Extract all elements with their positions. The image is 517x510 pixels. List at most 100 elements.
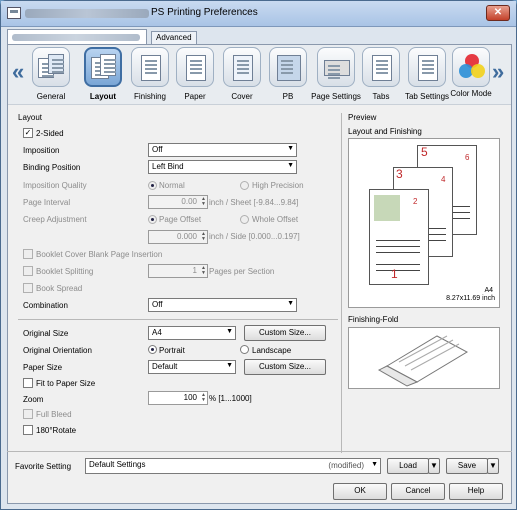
feature-general-label: General [36, 92, 66, 101]
binding-position-select[interactable]: Left Bind ▼ [148, 160, 297, 174]
zoom-value: 100 [183, 393, 197, 402]
paper-size-value: Default [152, 362, 178, 371]
tab-advanced[interactable]: Advanced [151, 31, 197, 45]
zoom-input[interactable]: 100 ▲ ▼ [148, 391, 208, 405]
chevron-down-icon: ▼ [226, 362, 233, 369]
portrait-label: Portrait [159, 346, 185, 355]
chevron-down-icon: ▼ [287, 145, 294, 152]
original-orientation-label: Original Orientation [23, 346, 92, 355]
imposition-select[interactable]: Off ▼ [148, 143, 297, 157]
group-divider [341, 113, 342, 453]
favorite-setting-label: Favorite Setting [15, 462, 72, 471]
zoom-label: Zoom [23, 395, 44, 404]
feature-color-mode-label: Color Mode [450, 89, 492, 98]
cancel-button[interactable]: Cancel [391, 483, 445, 500]
page-interval-input[interactable]: 0.00 ▲ ▼ [148, 195, 208, 209]
ok-button[interactable]: OK [333, 483, 387, 500]
original-custom-size-button[interactable]: Custom Size... [244, 325, 326, 341]
fold-sheet-icon [377, 335, 469, 387]
save-dropdown-button[interactable]: ▼ [487, 458, 499, 474]
printer-app-icon [7, 7, 21, 19]
paper-size-select[interactable]: Default ▼ [148, 360, 236, 374]
paper-size-label: Paper Size [23, 363, 63, 372]
book-spread-checkbox[interactable] [23, 283, 33, 293]
creep-whole-offset-radio[interactable] [240, 215, 249, 224]
help-button[interactable]: Help [449, 483, 503, 500]
tabs-icon [362, 47, 400, 87]
booklet-splitting-label: Booklet Splitting [36, 267, 94, 276]
finishing-icon [131, 47, 169, 87]
two-sided-checkbox[interactable]: ✓ [23, 128, 33, 138]
load-button[interactable]: Load [387, 458, 429, 474]
feature-paper-label: Paper [184, 92, 206, 101]
favorite-setting-select[interactable]: Default Settings (modified) ▼ [85, 458, 381, 474]
rotate-180-checkbox[interactable] [23, 425, 33, 435]
tab-settings-icon [408, 47, 446, 87]
feature-tabs[interactable]: Tabs [355, 47, 407, 101]
feature-paper[interactable]: Paper [169, 47, 221, 101]
scroll-left-icon[interactable]: « [12, 59, 24, 85]
section-divider [18, 319, 338, 320]
title-bar: PS Printing Preferences ✕ [1, 1, 516, 27]
page-number-1: 1 [391, 267, 398, 281]
paper-name: A4 [484, 287, 493, 294]
page-settings-icon [317, 47, 355, 87]
feature-color-mode[interactable]: Color Mode [445, 47, 497, 98]
feature-layout-label: Layout [89, 92, 117, 101]
original-size-label: Original Size [23, 329, 69, 338]
quality-high-radio[interactable] [240, 181, 249, 190]
original-size-value: A4 [152, 328, 162, 337]
load-dropdown-button[interactable]: ▼ [428, 458, 440, 474]
tab-printer[interactable] [7, 29, 147, 45]
layout-preview: 5 6 3 4 1 2 A4 8.27x11.69 inch [348, 138, 500, 308]
full-bleed-checkbox[interactable] [23, 409, 33, 419]
page-number-4: 4 [441, 175, 446, 184]
general-icon [32, 47, 70, 87]
binding-position-label: Binding Position [23, 163, 81, 172]
settings-panel: « » General Layout Finishing Paper Cover… [7, 44, 512, 504]
spinner-icon[interactable]: ▲ ▼ [199, 197, 206, 207]
spinner-icon[interactable]: ▲ ▼ [199, 232, 206, 242]
booklet-splitting-unit: Pages per Section [209, 267, 275, 276]
fold-preview [348, 327, 500, 389]
binding-position-value: Left Bind [152, 162, 184, 171]
feature-pb[interactable]: PB [262, 47, 314, 101]
spinner-icon[interactable]: ▲ ▼ [199, 393, 206, 403]
preview-sheet-1 [369, 189, 429, 285]
combination-select[interactable]: Off ▼ [148, 298, 297, 312]
page-interval-value: 0.00 [181, 197, 197, 206]
close-button[interactable]: ✕ [486, 5, 510, 21]
layout-group-title: Layout [18, 113, 43, 122]
feature-general[interactable]: General [25, 47, 77, 101]
printing-preferences-window: PS Printing Preferences ✕ Advanced « » G… [0, 0, 517, 510]
page-number-6: 6 [465, 153, 470, 162]
imposition-quality-label: Imposition Quality [23, 181, 87, 190]
spinner-icon[interactable]: ▲ ▼ [199, 266, 206, 276]
booklet-splitting-input[interactable]: 1 ▲ ▼ [148, 264, 208, 278]
original-size-select[interactable]: A4 ▼ [148, 326, 236, 340]
feature-cover[interactable]: Cover [216, 47, 268, 101]
fit-to-paper-checkbox[interactable] [23, 378, 33, 388]
booklet-splitting-checkbox[interactable] [23, 266, 33, 276]
creep-page-offset-radio[interactable] [148, 215, 157, 224]
quality-normal-radio[interactable] [148, 181, 157, 190]
feature-layout[interactable]: Layout [77, 47, 129, 101]
landscape-radio[interactable] [240, 345, 249, 354]
layout-finishing-title: Layout and Finishing [348, 127, 422, 136]
paper-custom-size-button[interactable]: Custom Size... [244, 359, 326, 375]
creep-value-input[interactable]: 0.000 ▲ ▼ [148, 230, 208, 244]
creep-page-offset-label: Page Offset [159, 215, 202, 224]
imposition-value: Off [152, 145, 163, 154]
creep-value: 0.000 [176, 232, 197, 241]
quality-normal-label: Normal [159, 181, 185, 190]
landscape-label: Landscape [252, 346, 292, 355]
booklet-cover-checkbox[interactable] [23, 249, 33, 259]
tab-strip: Advanced [7, 29, 512, 45]
combination-value: Off [152, 300, 163, 309]
chevron-down-icon: ▼ [226, 328, 233, 335]
rotate-180-label: 180°Rotate [36, 426, 77, 435]
save-button[interactable]: Save [446, 458, 488, 474]
creep-whole-offset-label: Whole Offset [252, 215, 299, 224]
portrait-radio[interactable] [148, 345, 157, 354]
quality-high-label: High Precision [252, 181, 304, 190]
